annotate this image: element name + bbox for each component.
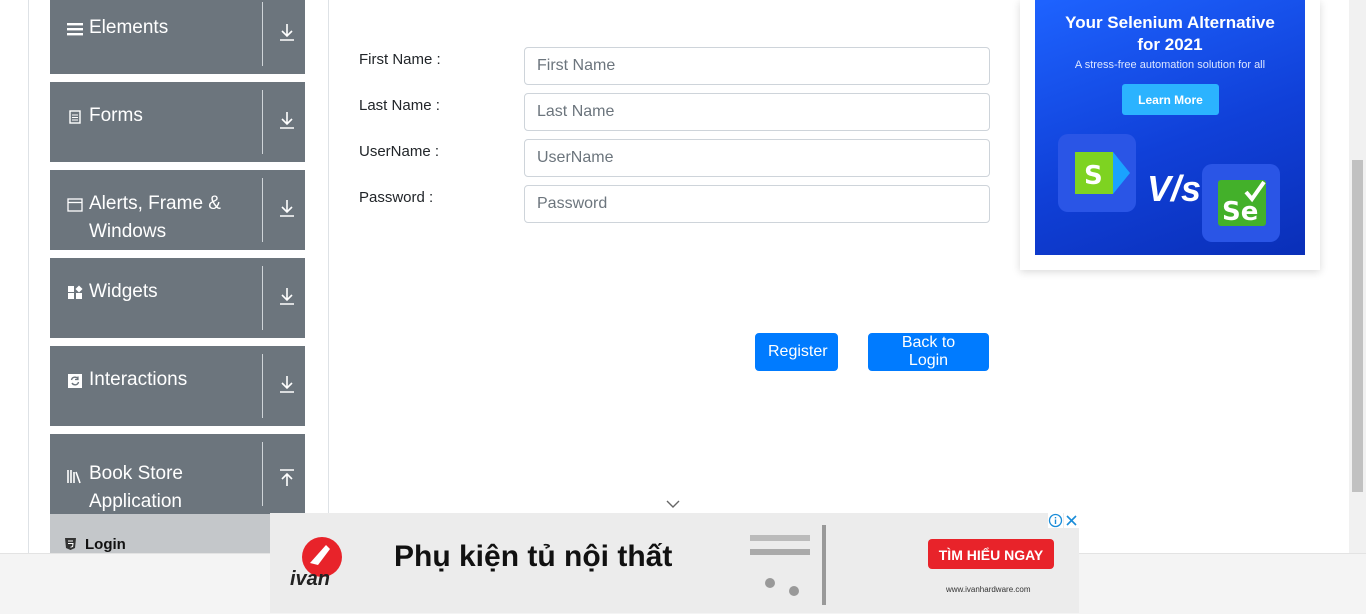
ad-info-icon[interactable] <box>1048 513 1063 528</box>
download-arrow-icon[interactable] <box>278 110 296 130</box>
ad-title-line2: for 2021 <box>1137 35 1203 54</box>
books-icon <box>67 470 81 484</box>
group-separator <box>262 178 263 242</box>
username-input[interactable] <box>524 139 990 177</box>
group-separator <box>262 442 263 506</box>
first-name-input[interactable] <box>524 47 990 85</box>
sidebar-item-login[interactable]: Login <box>50 514 305 553</box>
back-to-login-button[interactable]: Back to Login <box>868 333 989 371</box>
sidebar-group-label: Book Store Application <box>89 463 183 512</box>
sidebar-group-label: Elements <box>89 17 169 38</box>
ad-title-line1: Your Selenium Alternative <box>1065 13 1275 32</box>
widgets-icon <box>68 285 83 299</box>
side-ad[interactable]: Your Selenium Alternative for 2021 A str… <box>1020 0 1320 270</box>
ad-title: Your Selenium Alternative for 2021 <box>1035 12 1305 56</box>
register-button[interactable]: Register <box>755 333 838 371</box>
group-separator <box>262 2 263 66</box>
ad-brand: ivan <box>290 568 331 590</box>
hamburger-icon <box>67 23 83 36</box>
learn-more-now-button[interactable]: TÌM HIỂU NGAY <box>928 539 1054 569</box>
group-separator <box>262 90 263 154</box>
group-separator <box>262 266 263 330</box>
refresh-icon <box>68 374 82 388</box>
window-icon <box>67 198 83 212</box>
sidebar-group-label: Widgets <box>89 281 158 302</box>
upload-arrow-icon[interactable] <box>278 468 296 488</box>
ad-subtitle: A stress-free automation solution for al… <box>1074 59 1266 71</box>
download-arrow-icon[interactable] <box>278 374 296 394</box>
sidebar-group-forms[interactable]: Forms <box>50 82 305 162</box>
hardware-product-icon <box>750 525 826 605</box>
username-label: UserName : <box>359 143 440 160</box>
bottom-ad-banner[interactable]: ivan Phụ kiện tủ nội thất TÌM HIỂU NGAY … <box>270 513 1079 613</box>
page-scrollbar-thumb[interactable] <box>1352 160 1363 492</box>
ad-close-icon[interactable] <box>1064 513 1079 528</box>
sidebar-group-widgets[interactable]: Widgets <box>50 258 305 338</box>
last-name-input[interactable] <box>524 93 990 131</box>
ad-headline: Phụ kiện tủ nội thất <box>394 540 673 573</box>
side-ad-banner[interactable]: Your Selenium Alternative for 2021 A str… <box>1035 0 1305 255</box>
group-separator <box>262 354 263 418</box>
sidebar-group-book-store[interactable]: Book Store Application <box>50 434 305 514</box>
learn-more-button[interactable]: Learn More <box>1122 84 1219 115</box>
password-label: Password : <box>359 189 434 206</box>
sidebar-group-label: Interactions <box>89 369 188 390</box>
svg-text:Se: Se <box>1222 197 1258 227</box>
sidebar-group-label: Alerts, Frame & Windows <box>89 193 221 242</box>
svg-text:S: S <box>1084 161 1103 191</box>
sidebar-group-label: Forms <box>89 105 143 126</box>
document-icon <box>69 110 81 124</box>
sidebar-group-interactions[interactable]: Interactions <box>50 346 305 426</box>
sidebar-group-elements[interactable]: Elements <box>50 0 305 74</box>
password-input[interactable] <box>524 185 990 223</box>
ad-url: www.ivanhardware.com <box>946 585 1031 594</box>
download-arrow-icon[interactable] <box>278 22 296 42</box>
sidebar-divider <box>328 0 329 553</box>
sidebar-item-label: Login <box>85 536 126 553</box>
last-name-label: Last Name : <box>359 97 440 114</box>
first-name-label: First Name : <box>359 51 441 68</box>
ad-versus-text: V/s <box>1147 168 1202 209</box>
ad-controls[interactable] <box>1048 513 1079 528</box>
html5-icon <box>65 538 76 550</box>
selenium-logo-icon: Se <box>1202 164 1280 242</box>
page-left-border <box>28 0 29 553</box>
sidebar-group-alerts-frame-windows[interactable]: Alerts, Frame & Windows <box>50 170 305 250</box>
download-arrow-icon[interactable] <box>278 286 296 306</box>
chevron-down-icon[interactable] <box>666 498 680 510</box>
download-arrow-icon[interactable] <box>278 198 296 218</box>
katalon-logo-icon: S <box>1058 134 1136 212</box>
